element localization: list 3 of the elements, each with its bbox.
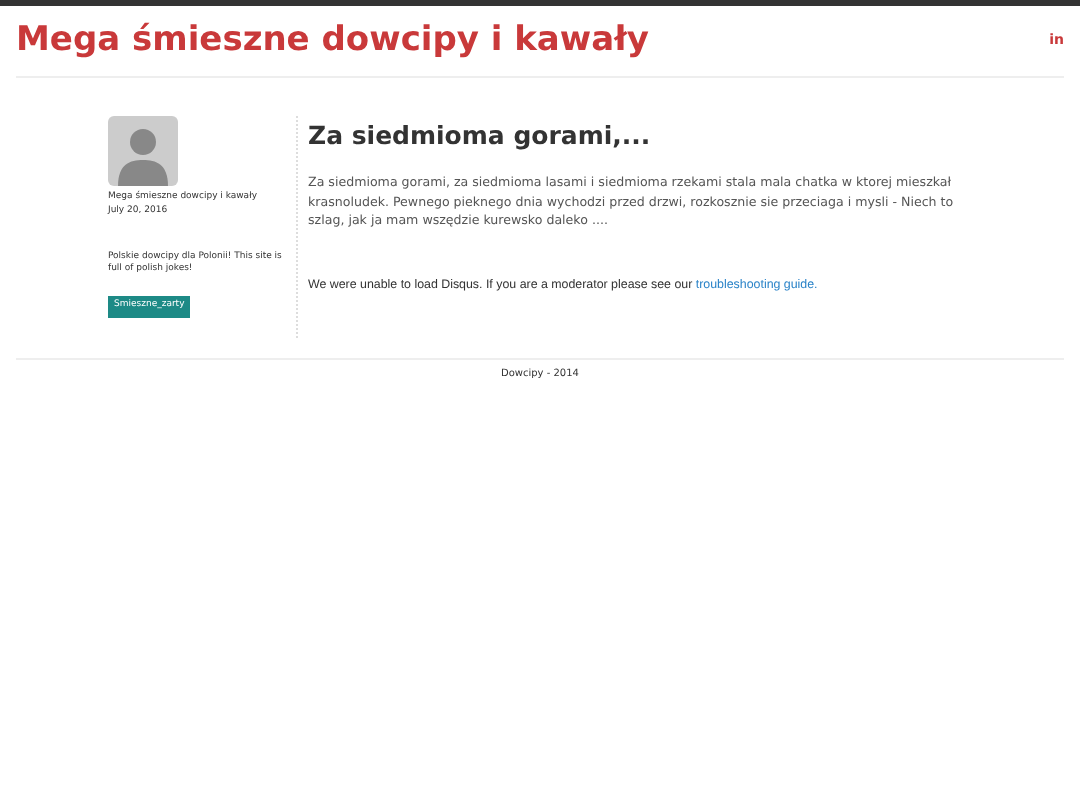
avatar-icon: [108, 116, 178, 186]
site-title[interactable]: Mega śmieszne dowcipy i kawały: [16, 15, 649, 67]
post-title: Za siedmioma gorami,...: [308, 118, 653, 154]
